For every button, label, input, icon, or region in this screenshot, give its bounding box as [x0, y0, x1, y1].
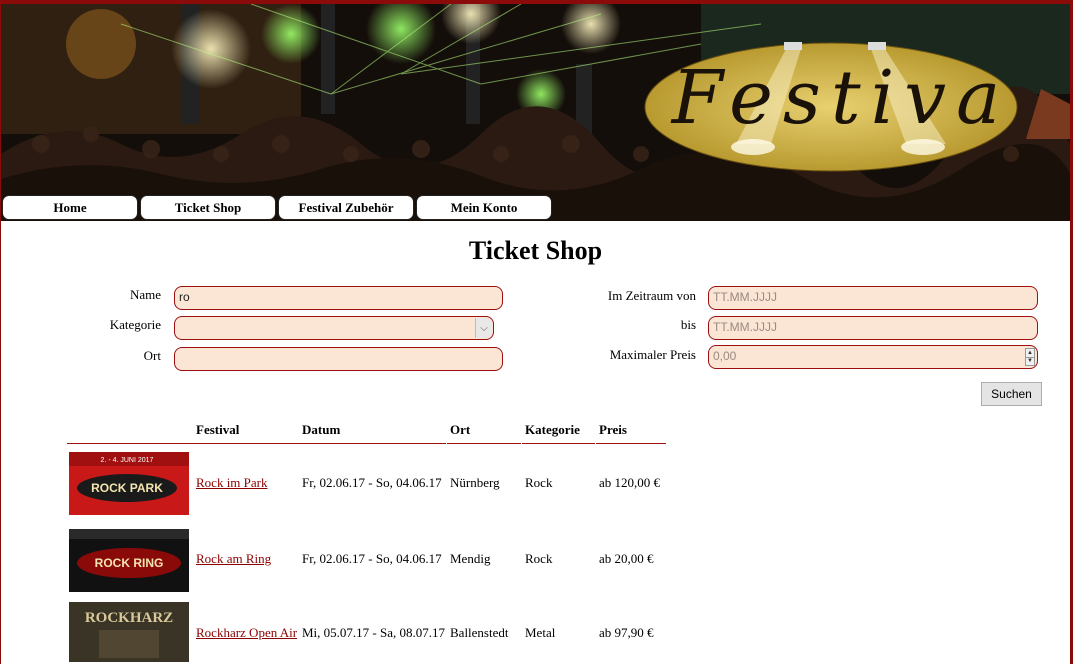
name-label: Name: [129, 287, 161, 302]
max-price-label: Maximaler Preis: [609, 347, 696, 362]
festival-thumbnail[interactable]: ROCKHARZ: [69, 602, 189, 662]
thumb-1-text: ROCK PARK: [91, 481, 163, 495]
table-header-price: Preis: [596, 422, 666, 444]
header-banner: Festiva: [1, 4, 1070, 221]
category-label: Kategorie: [109, 317, 161, 332]
location-label: Ort: [143, 348, 161, 363]
festival-location: Ballenstedt: [450, 625, 509, 640]
festival-category: Rock: [525, 475, 553, 490]
festiva-logo: Festiva: [671, 55, 1011, 141]
festival-price: ab 20,00 €: [599, 551, 654, 566]
festival-thumbnail[interactable]: 2. - 4. JUNI 2017 ROCK PARK: [69, 452, 189, 515]
date-to-label: bis: [680, 317, 696, 332]
festival-link[interactable]: Rockharz Open Air: [196, 625, 297, 641]
festival-price: ab 120,00 €: [599, 475, 661, 490]
price-spinner[interactable]: ▲ ▼: [1025, 348, 1035, 366]
date-from-label: Im Zeitraum von: [607, 288, 696, 303]
festival-price: ab 97,90 €: [599, 625, 654, 640]
festival-date: Fr, 02.06.17 - So, 04.06.17: [302, 475, 442, 490]
table-header-festival: Festival: [193, 422, 299, 444]
thumb-1-top: 2. - 4. JUNI 2017: [101, 457, 154, 464]
thumb-3-text: ROCKHARZ: [85, 610, 173, 626]
nav-home[interactable]: Home: [2, 195, 138, 220]
date-from-input[interactable]: TT.MM.JJJJ: [708, 286, 1038, 310]
festival-thumbnail[interactable]: ROCK RING: [69, 529, 189, 592]
max-price-value: 0,00: [713, 349, 737, 363]
page-title: Ticket Shop: [468, 236, 603, 265]
festival-category: Metal: [525, 625, 556, 640]
festival-date: Mi, 05.07.17 - Sa, 08.07.17: [302, 625, 445, 640]
festival-link[interactable]: Rock am Ring: [196, 551, 271, 567]
table-header-date: Datum: [299, 422, 446, 444]
festival-category: Rock: [525, 551, 553, 566]
name-input[interactable]: ro: [174, 286, 503, 310]
festival-location: Mendig: [450, 551, 491, 566]
main-nav: Home Ticket Shop Festival Zubehör Mein K…: [1, 195, 1070, 221]
thumb-2-text: ROCK RING: [95, 556, 164, 570]
table-header-location: Ort: [447, 422, 521, 444]
page-frame: Festiva Home Ticket Shop Festival Zubehö…: [1, 4, 1070, 664]
spinner-down-icon[interactable]: ▼: [1026, 356, 1034, 366]
spinner-up-icon[interactable]: ▲: [1026, 349, 1034, 357]
search-button[interactable]: Suchen: [981, 382, 1042, 406]
max-price-input[interactable]: 0,00 ▲ ▼: [708, 345, 1038, 369]
date-to-input[interactable]: TT.MM.JJJJ: [708, 316, 1038, 340]
festival-location: Nürnberg: [450, 475, 500, 490]
festival-link[interactable]: Rock im Park: [196, 475, 268, 491]
nav-festival-zubehoer[interactable]: Festival Zubehör: [278, 195, 414, 220]
nav-ticket-shop[interactable]: Ticket Shop: [140, 195, 276, 220]
festival-date: Fr, 02.06.17 - So, 04.06.17: [302, 551, 442, 566]
category-select[interactable]: ⌵: [174, 316, 494, 340]
location-input[interactable]: [174, 347, 503, 371]
nav-mein-konto[interactable]: Mein Konto: [416, 195, 552, 220]
chevron-down-icon[interactable]: ⌵: [475, 318, 492, 338]
table-header-category: Kategorie: [522, 422, 595, 444]
table-header-image: [67, 422, 193, 444]
